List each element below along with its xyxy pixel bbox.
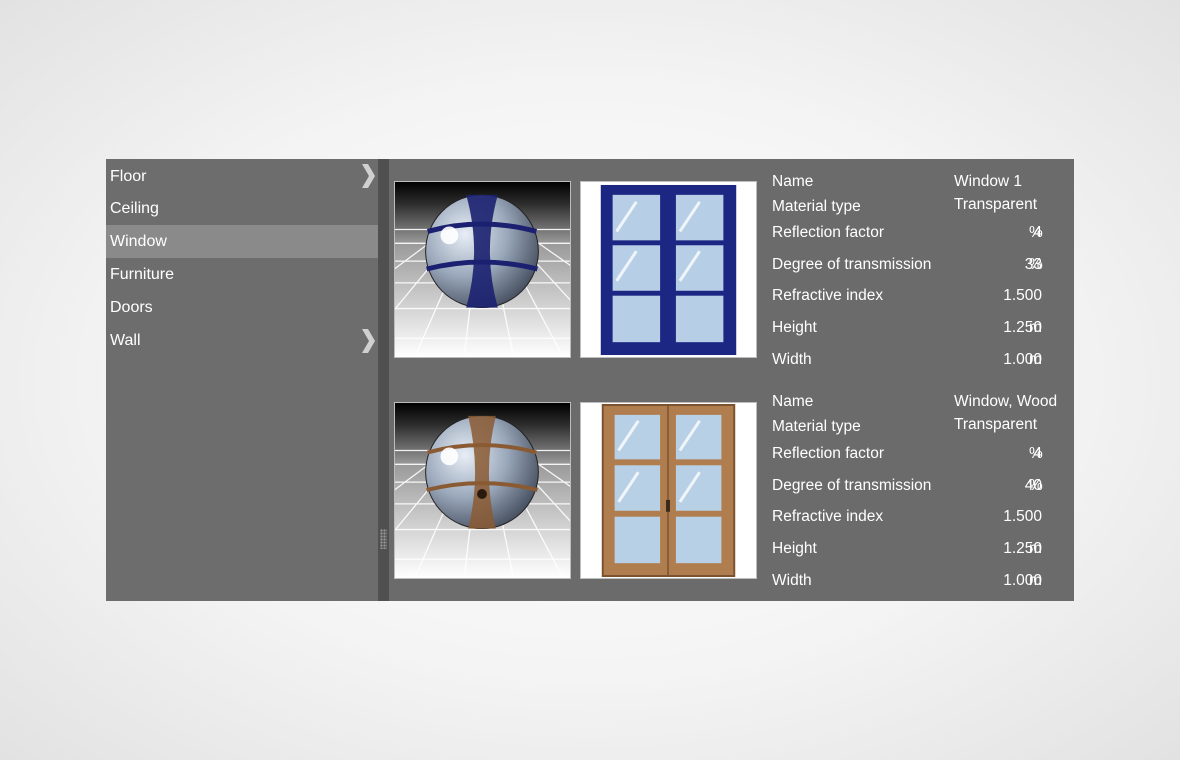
prop-unit: m: [1029, 572, 1042, 589]
sidebar-item-wall[interactable]: Wall: [106, 324, 378, 357]
prop-label: Width: [772, 351, 812, 368]
prop-label: Reflection factor: [772, 445, 884, 462]
prop-unit: %: [1029, 477, 1043, 494]
prop-label: Width: [772, 572, 812, 589]
prop-label: Reflection factor: [772, 224, 884, 241]
prop-unit: m: [1029, 319, 1042, 336]
prop-row-height: Height 1.250 m: [770, 540, 1074, 564]
prop-label: Degree of transmission: [772, 256, 932, 273]
prop-unit: %: [1029, 224, 1043, 241]
prop-label: Material type: [772, 198, 861, 215]
prop-label: Height: [772, 319, 817, 336]
prop-row-material-type: Material type Transparent: [770, 196, 1074, 222]
prop-label: Refractive index: [772, 508, 884, 525]
sidebar-item-furniture[interactable]: Furniture: [106, 258, 378, 291]
glass-sphere-icon: [395, 403, 570, 578]
splitter-grip-icon[interactable]: [380, 529, 387, 549]
prop-value-name: Window 1: [954, 173, 1023, 190]
category-sidebar: Floor Ceiling Window Furniture Doors Wal…: [106, 159, 378, 601]
prop-label: Material type: [772, 418, 861, 435]
prop-row-reflection-factor: Reflection factor 4 %: [770, 445, 1074, 469]
prop-unit: %: [1029, 256, 1043, 273]
prop-label: Height: [772, 540, 817, 557]
prop-unit: %: [1029, 445, 1043, 462]
sphere-preview-window-wood[interactable]: [394, 402, 571, 579]
prop-row-width: Width 1.000 m: [770, 572, 1074, 596]
window-preview-window-wood[interactable]: [580, 402, 757, 579]
sidebar-item-label: Floor: [110, 168, 147, 185]
window-preview-window-1[interactable]: [580, 181, 757, 358]
sphere-preview-window-1[interactable]: [394, 181, 571, 358]
prop-label: Refractive index: [772, 287, 884, 304]
window-frame-icon: [581, 403, 756, 578]
prop-unit: m: [1029, 351, 1042, 368]
sidebar-item-window[interactable]: Window: [106, 225, 378, 258]
prop-value-refractive-index: 1.500: [1003, 287, 1042, 304]
prop-label: Name: [772, 173, 814, 190]
sidebar-item-doors[interactable]: Doors: [106, 291, 378, 324]
prop-row-name: Name Window, Wood: [770, 393, 1074, 417]
prop-row-refractive-index: Refractive index 1.500: [770, 287, 1074, 311]
sidebar-item-label: Window: [110, 233, 167, 250]
prop-value-name: Window, Wood: [954, 393, 1058, 410]
prop-row-degree-of-transmission: Degree of transmission 40 %: [770, 477, 1074, 501]
prop-row-degree-of-transmission: Degree of transmission 33 %: [770, 256, 1074, 280]
sidebar-item-floor[interactable]: Floor: [106, 160, 378, 193]
prop-label: Degree of transmission: [772, 477, 932, 494]
prop-row-width: Width 1.000 m: [770, 351, 1074, 375]
prop-value-refractive-index: 1.500: [1003, 508, 1042, 525]
sidebar-item-ceiling[interactable]: Ceiling: [106, 192, 378, 225]
prop-row-refractive-index: Refractive index 1.500: [770, 508, 1074, 532]
sidebar-item-label: Ceiling: [110, 200, 159, 217]
glass-sphere-icon: [395, 182, 570, 357]
prop-value-material-type: Transparent: [954, 416, 1037, 433]
sidebar-item-label: Doors: [110, 299, 153, 316]
chevron-right-icon[interactable]: [360, 163, 376, 189]
sidebar-item-label: Furniture: [110, 266, 175, 283]
sidebar-item-label: Wall: [110, 332, 141, 349]
material-browser-panel: Floor Ceiling Window Furniture Doors Wal…: [106, 159, 1074, 601]
prop-unit: m: [1029, 540, 1042, 557]
prop-row-material-type: Material type Transparent: [770, 416, 1074, 442]
window-frame-icon: [581, 182, 756, 357]
prop-row-name: Name Window 1: [770, 173, 1074, 197]
prop-label: Name: [772, 393, 814, 410]
prop-value-material-type: Transparent: [954, 196, 1037, 213]
prop-row-height: Height 1.250 m: [770, 319, 1074, 343]
chevron-right-icon[interactable]: [360, 328, 376, 354]
prop-row-reflection-factor: Reflection factor 4 %: [770, 224, 1074, 248]
